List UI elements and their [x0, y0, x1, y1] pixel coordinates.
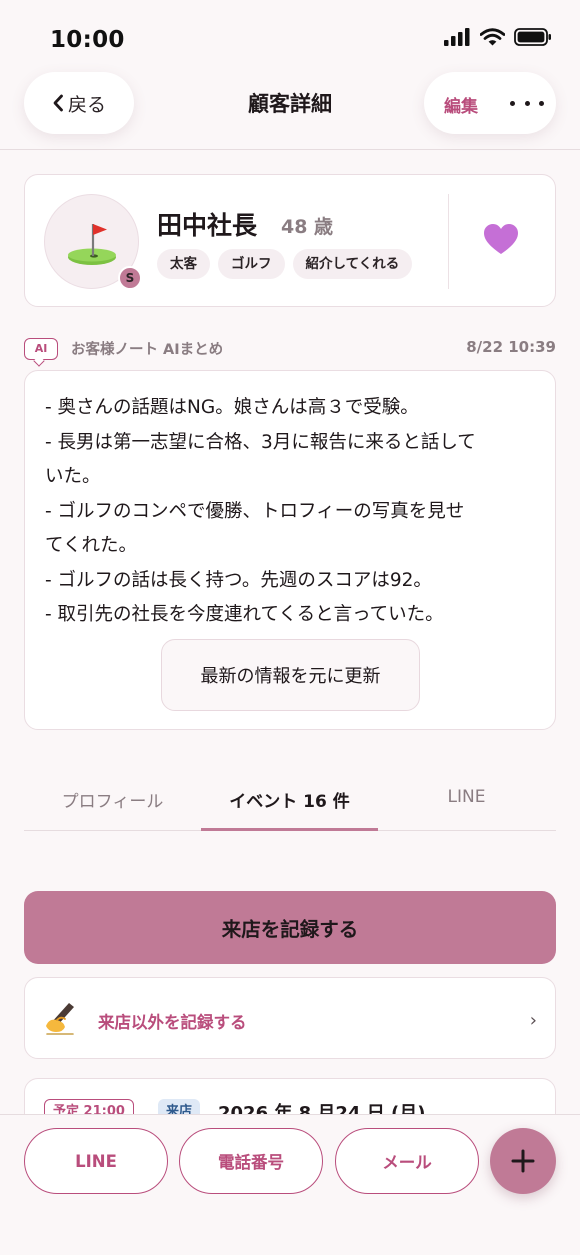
record-visit-button[interactable]: 来店を記録する [24, 891, 556, 964]
heart-icon [484, 224, 518, 254]
tag: 太客 [157, 249, 210, 279]
chevron-right-icon: › [529, 1010, 537, 1031]
tab-line[interactable]: LINE [378, 787, 555, 807]
dot-icon [524, 100, 530, 106]
ai-note-card: - 奥さんの話題はNG。娘さんは高３で受験。 - 長男は第一志望に合格、3月に報… [24, 370, 556, 730]
add-button[interactable] [490, 1128, 556, 1194]
signal-icon [444, 28, 470, 46]
ai-badge: AI [24, 338, 58, 360]
note-line: - ゴルフの話は長く持つ。先週のスコアは92。 [45, 569, 432, 591]
note-line: - 取引先の社長を今度連れてくると言っていた。 [45, 604, 444, 625]
writing-hand-icon [46, 1003, 74, 1035]
ai-note-header: AI お客様ノート AIまとめ 8/22 10:39 [24, 336, 556, 362]
active-tab-indicator [201, 828, 378, 831]
divider [448, 194, 449, 289]
rank-badge: S [118, 266, 142, 290]
refresh-summary-button[interactable]: 最新の情報を元に更新 [161, 639, 420, 711]
note-line: てくれた。 [45, 535, 137, 556]
status-bar: 10:00 [0, 0, 580, 70]
status-time: 10:00 [50, 27, 125, 53]
record-other-label: 来店以外を記録する [98, 1013, 247, 1032]
bottom-action-bar: LINE 電話番号 メール [0, 1114, 580, 1255]
customer-name: 田中社長 [157, 211, 258, 240]
dot-icon [510, 100, 515, 106]
customer-tags: 太客 ゴルフ 紹介してくれる [157, 249, 413, 279]
mail-button[interactable]: メール [335, 1128, 479, 1194]
tab-bar: プロフィール イベント 16 件 LINE [24, 770, 556, 831]
note-line: いた。 [45, 466, 101, 487]
tag: 紹介してくれる [292, 249, 413, 279]
wifi-icon [480, 28, 505, 46]
note-line: - 長男は第一志望に合格、3月に報告に来ると話して [45, 431, 476, 453]
status-icons [444, 28, 552, 46]
edit-button[interactable]: 編集 [444, 92, 478, 117]
tag: ゴルフ [218, 249, 285, 279]
line-button[interactable]: LINE [24, 1128, 168, 1194]
header-actions: 編集 [424, 72, 556, 134]
battery-icon [514, 28, 551, 46]
more-options-button[interactable] [510, 90, 544, 116]
customer-age: 48 歳 [281, 216, 334, 238]
note-line: - ゴルフのコンペで優勝、トロフィーの写真を見せ [45, 500, 465, 522]
header: 戻る 顧客詳細 編集 [0, 70, 580, 150]
tab-profile[interactable]: プロフィール [24, 787, 201, 812]
tab-events[interactable]: イベント 16 件 [201, 787, 378, 812]
customer-detail-screen: 10:00 戻る 顧客詳細 編集 S 田中社長 48 歳 太客 ゴルフ 紹介して… [0, 0, 580, 1255]
dot-icon [539, 100, 544, 106]
note-line: - 奥さんの話題はNG。娘さんは高３で受験。 [45, 397, 419, 418]
plus-icon [511, 1149, 535, 1173]
ai-note-date: 8/22 10:39 [466, 338, 556, 356]
ai-note-text: - 奥さんの話題はNG。娘さんは高３で受験。 - 長男は第一志望に合格、3月に報… [45, 391, 537, 633]
favorite-button[interactable] [482, 221, 520, 259]
ai-note-title: お客様ノート AIまとめ [71, 342, 224, 358]
profile-card: S 田中社長 48 歳 太客 ゴルフ 紹介してくれる [24, 174, 556, 307]
phone-button[interactable]: 電話番号 [179, 1128, 323, 1194]
record-other-button[interactable]: 来店以外を記録する › [24, 977, 556, 1059]
